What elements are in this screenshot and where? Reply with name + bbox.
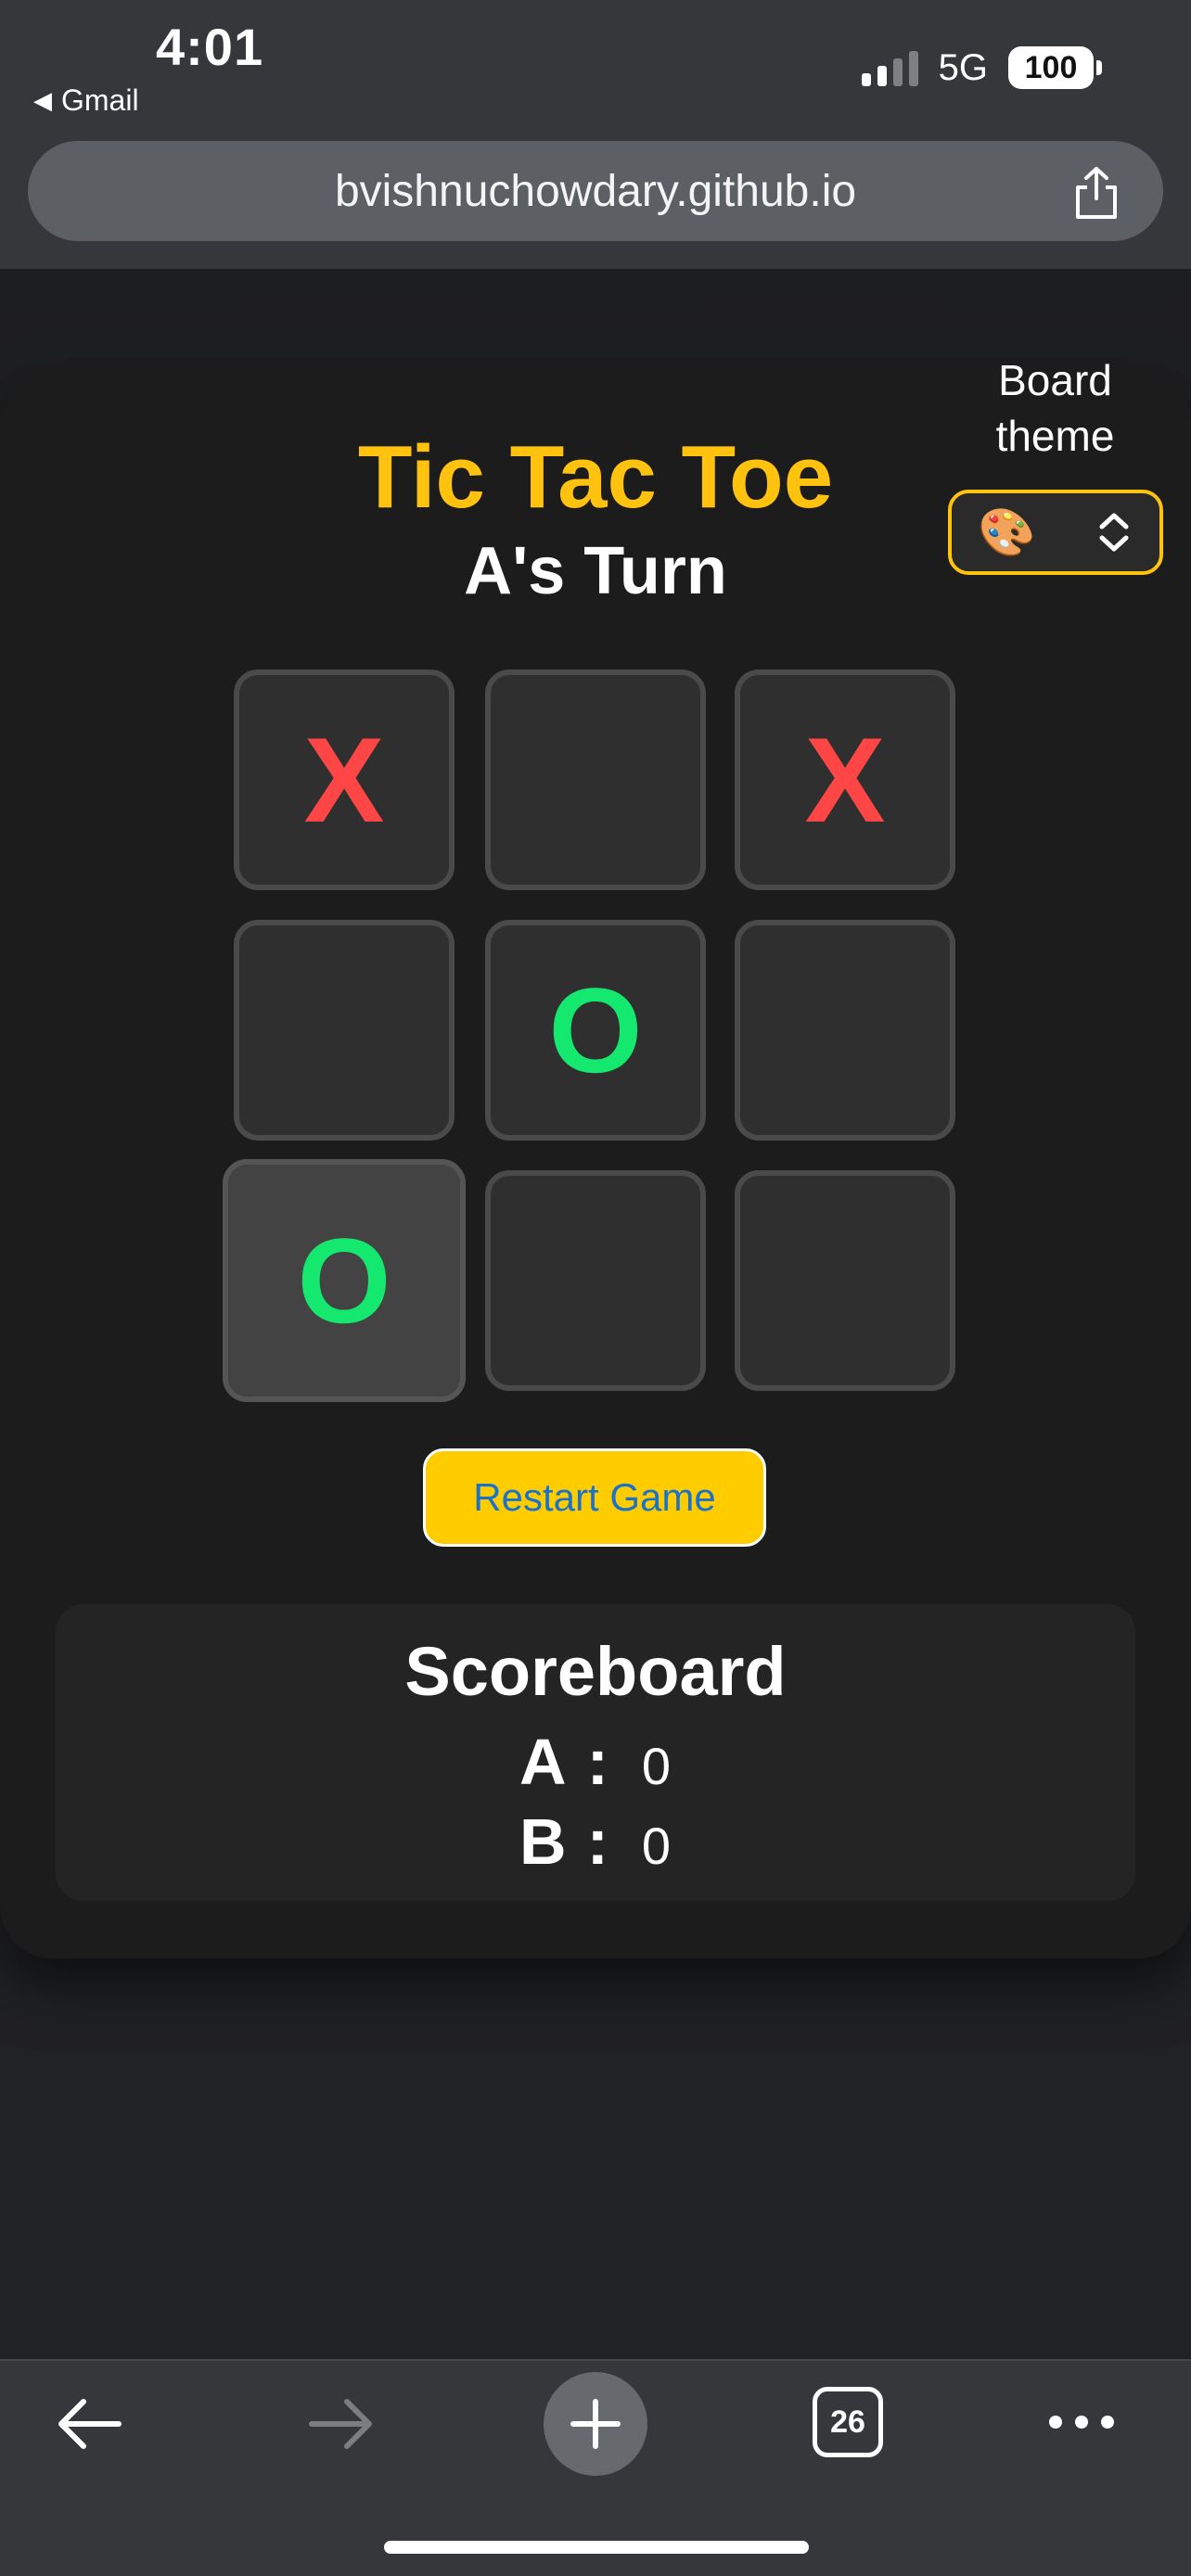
player-score: 0 — [641, 1737, 672, 1795]
cellular-signal-icon — [861, 49, 918, 86]
back-triangle-icon: ◀ — [33, 86, 52, 114]
back-to-app-link[interactable]: ◀ Gmail — [33, 83, 139, 118]
board-cell-2[interactable]: X — [735, 670, 955, 890]
status-indicators: 5G 100 — [861, 46, 1102, 89]
scoreboard: Scoreboard A : 0 B : 0 — [56, 1604, 1135, 1901]
battery-level: 100 — [1008, 46, 1094, 89]
score-row-b: B : 0 — [519, 1804, 671, 1879]
board-cell-1[interactable] — [485, 670, 706, 890]
url-text: bvishnuchowdary.github.io — [334, 166, 857, 216]
palette-icon: 🎨 — [978, 506, 1036, 558]
board-cell-4[interactable]: O — [485, 920, 706, 1141]
battery-icon: 100 — [1008, 46, 1102, 89]
tabs-button[interactable]: 26 — [813, 2387, 883, 2457]
board-cell-8[interactable] — [735, 1170, 955, 1391]
address-bar[interactable]: bvishnuchowdary.github.io — [28, 141, 1163, 241]
status-time: 4:01 — [156, 18, 264, 76]
board-theme-select[interactable]: 🎨 — [948, 490, 1163, 575]
network-type: 5G — [938, 46, 988, 88]
back-app-label: Gmail — [61, 83, 139, 117]
back-arrow-icon[interactable] — [54, 2394, 124, 2454]
score-row-a: A : 0 — [519, 1725, 671, 1799]
board-cell-7[interactable] — [485, 1170, 706, 1391]
score-separator: : — [586, 1726, 608, 1798]
plus-icon — [570, 2399, 621, 2449]
select-chevron-icon — [1099, 513, 1129, 552]
new-tab-button[interactable] — [544, 2372, 647, 2476]
forward-arrow-icon[interactable] — [306, 2394, 377, 2454]
more-icon[interactable] — [1048, 2413, 1115, 2431]
share-icon[interactable] — [1070, 165, 1122, 221]
score-separator: : — [586, 1805, 608, 1878]
browser-top-chrome: 4:01 ◀ Gmail 5G 100 bvishnuchowdary.gith… — [0, 0, 1191, 269]
board-cell-5[interactable] — [735, 920, 955, 1141]
board-cell-3[interactable] — [234, 920, 455, 1141]
player-score: 0 — [641, 1817, 672, 1875]
board-cell-6[interactable]: O — [223, 1159, 466, 1402]
page: 4:01 ◀ Gmail 5G 100 bvishnuchowdary.gith… — [0, 0, 1191, 2576]
game-card: Tic Tac Toe A's Turn Board theme 🎨 X X O… — [0, 356, 1191, 1958]
scoreboard-title: Scoreboard — [404, 1633, 787, 1710]
player-name: B — [519, 1805, 567, 1878]
home-indicator — [384, 2541, 809, 2554]
board-theme-label: Board theme — [995, 356, 1115, 460]
player-name: A — [519, 1726, 567, 1798]
board-cell-0[interactable]: X — [234, 670, 455, 890]
restart-game-button[interactable]: Restart Game — [423, 1448, 766, 1547]
